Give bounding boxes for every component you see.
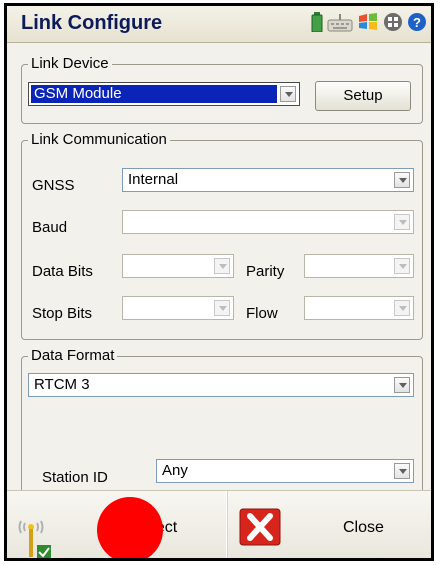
link-device-group: Link Device GSM Module Setup <box>21 55 423 124</box>
close-button[interactable]: Close <box>229 491 431 558</box>
stop-bits-label: Stop Bits <box>32 305 93 322</box>
baud-label: Baud <box>32 219 68 236</box>
data-format-group: Data Format RTCM 3 Station ID Any <box>21 347 423 494</box>
gnss-label: GNSS <box>32 177 75 194</box>
chevron-down-icon[interactable] <box>394 172 410 188</box>
battery-icon[interactable] <box>311 12 323 36</box>
gnss-value: Internal <box>128 171 179 188</box>
data-format-legend: Data Format <box>28 347 118 364</box>
data-format-dropdown[interactable]: RTCM 3 <box>28 373 414 397</box>
data-bits-label: Data Bits <box>32 263 93 280</box>
chevron-down-icon[interactable] <box>280 86 296 102</box>
grid-menu-icon[interactable] <box>383 12 403 36</box>
data-bits-dropdown[interactable] <box>122 254 234 278</box>
chevron-down-icon <box>394 300 410 316</box>
chevron-down-icon[interactable] <box>394 377 410 393</box>
window-title: Link Configure <box>21 12 163 34</box>
baud-dropdown[interactable] <box>122 210 414 234</box>
app-window: Link Configure ? Link Device GSM Module <box>4 3 434 561</box>
chevron-down-icon <box>394 214 410 230</box>
station-id-dropdown[interactable]: Any <box>156 459 414 483</box>
station-id-value: Any <box>162 462 188 479</box>
keyboard-icon[interactable] <box>327 12 353 36</box>
link-communication-group: Link Communication GNSS Internal Baud Da… <box>21 131 423 340</box>
gnss-dropdown[interactable]: Internal <box>122 168 414 192</box>
title-bar: Link Configure ? <box>7 6 431 43</box>
windows-logo-icon[interactable] <box>357 12 379 36</box>
setup-button[interactable]: Setup <box>315 81 411 111</box>
flow-dropdown[interactable] <box>304 296 414 320</box>
close-icon <box>239 508 281 550</box>
command-bar: nect Close <box>7 490 431 558</box>
system-tray: ? <box>311 12 427 36</box>
command-separator <box>226 491 228 558</box>
help-icon[interactable]: ? <box>407 12 427 36</box>
link-device-value: GSM Module <box>34 85 122 102</box>
link-device-dropdown[interactable]: GSM Module <box>28 82 300 106</box>
chevron-down-icon <box>214 258 230 274</box>
flow-label: Flow <box>246 305 278 322</box>
data-format-value: RTCM 3 <box>34 376 90 393</box>
link-device-legend: Link Device <box>28 55 112 72</box>
parity-label: Parity <box>246 263 285 280</box>
chevron-down-icon <box>394 258 410 274</box>
svg-text:?: ? <box>413 15 421 30</box>
link-communication-legend: Link Communication <box>28 131 170 148</box>
chevron-down-icon <box>214 300 230 316</box>
station-id-label: Station ID <box>42 469 108 486</box>
chevron-down-icon[interactable] <box>394 463 410 479</box>
red-dot-marker <box>97 497 163 558</box>
close-label: Close <box>343 519 384 536</box>
stop-bits-dropdown[interactable] <box>122 296 234 320</box>
antenna-signal-icon <box>15 511 55 558</box>
parity-dropdown[interactable] <box>304 254 414 278</box>
